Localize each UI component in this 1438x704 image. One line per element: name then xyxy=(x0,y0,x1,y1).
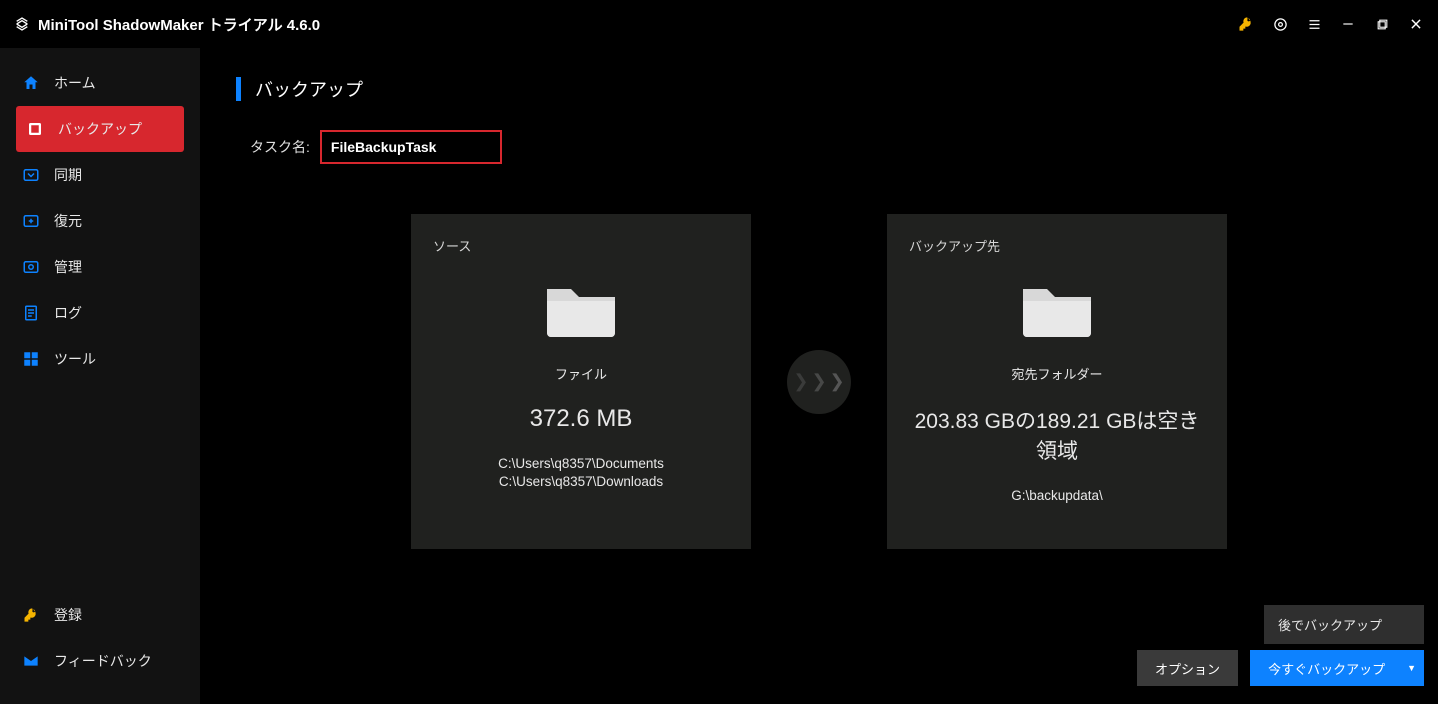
restore-icon xyxy=(22,212,40,230)
log-icon xyxy=(22,304,40,322)
taskname-input[interactable] xyxy=(320,130,502,164)
chevron-down-icon: ▼ xyxy=(1407,663,1416,673)
source-card[interactable]: ソース ファイル 372.6 MB C:\Users\q8357\Documen… xyxy=(411,214,751,549)
sidebar-item-sync[interactable]: 同期 xyxy=(0,152,200,198)
sidebar-item-log[interactable]: ログ xyxy=(0,290,200,336)
sidebar-item-backup[interactable]: バックアップ xyxy=(16,106,184,152)
page-title: バックアップ xyxy=(255,76,363,102)
dest-heading: バックアップ先 xyxy=(909,236,1000,255)
tools-icon xyxy=(22,350,40,368)
dest-capacity: 203.83 GBの189.21 GBは空き領域 xyxy=(909,405,1205,465)
sidebar-item-restore[interactable]: 復元 xyxy=(0,198,200,244)
folder-icon xyxy=(1017,275,1097,344)
taskname-label: タスク名: xyxy=(250,137,310,157)
backup-later-option[interactable]: 後でバックアップ xyxy=(1264,605,1424,644)
source-path-2: C:\Users\q8357\Downloads xyxy=(498,473,664,491)
folder-icon xyxy=(541,275,621,344)
sidebar-item-register[interactable]: 登録 xyxy=(0,592,200,638)
sidebar-item-label: ツール xyxy=(54,349,96,369)
app-logo-icon xyxy=(14,16,30,32)
sidebar-item-feedback[interactable]: フィードバック xyxy=(0,638,200,684)
media-icon[interactable] xyxy=(1272,16,1288,32)
key-icon xyxy=(22,606,40,624)
source-paths: C:\Users\q8357\Documents C:\Users\q8357\… xyxy=(498,455,664,491)
options-button[interactable]: オプション xyxy=(1137,650,1238,686)
source-heading: ソース xyxy=(433,236,471,255)
accent-bar xyxy=(236,77,241,101)
dest-sub: 宛先フォルダー xyxy=(1011,364,1102,383)
minimize-button[interactable] xyxy=(1340,16,1356,32)
sidebar-item-label: 復元 xyxy=(54,211,82,231)
sidebar-item-label: 管理 xyxy=(54,257,82,277)
destination-card[interactable]: バックアップ先 宛先フォルダー 203.83 GBの189.21 GBは空き領域… xyxy=(887,214,1227,549)
transfer-arrow-icon: ❯❯❯ xyxy=(787,350,851,414)
sidebar-item-manage[interactable]: 管理 xyxy=(0,244,200,290)
maximize-button[interactable] xyxy=(1374,16,1390,32)
sidebar-item-tools[interactable]: ツール xyxy=(0,336,200,382)
sidebar-item-label: フィードバック xyxy=(54,651,152,671)
manage-icon xyxy=(22,258,40,276)
source-path-1: C:\Users\q8357\Documents xyxy=(498,455,664,473)
sidebar-item-label: ログ xyxy=(54,303,82,323)
backup-icon xyxy=(26,120,44,138)
sidebar-item-home[interactable]: ホーム xyxy=(0,60,200,106)
dest-path: G:\backupdata\ xyxy=(1011,487,1103,505)
options-button-label: オプション xyxy=(1155,659,1220,678)
close-button[interactable] xyxy=(1408,16,1424,32)
sidebar-item-label: ホーム xyxy=(54,73,96,93)
home-icon xyxy=(22,74,40,92)
sync-icon xyxy=(22,166,40,184)
backup-now-label: 今すぐバックアップ xyxy=(1268,659,1385,678)
key-icon[interactable] xyxy=(1238,16,1254,32)
source-sub: ファイル xyxy=(555,364,607,383)
app-title: MiniTool ShadowMaker トライアル 4.6.0 xyxy=(38,14,320,35)
mail-icon xyxy=(22,652,40,670)
backup-now-button[interactable]: 今すぐバックアップ ▼ xyxy=(1250,650,1424,686)
source-size: 372.6 MB xyxy=(530,405,633,433)
sidebar-item-label: 同期 xyxy=(54,165,82,185)
menu-icon[interactable] xyxy=(1306,16,1322,32)
sidebar-item-label: バックアップ xyxy=(58,119,142,139)
sidebar-item-label: 登録 xyxy=(54,605,82,625)
